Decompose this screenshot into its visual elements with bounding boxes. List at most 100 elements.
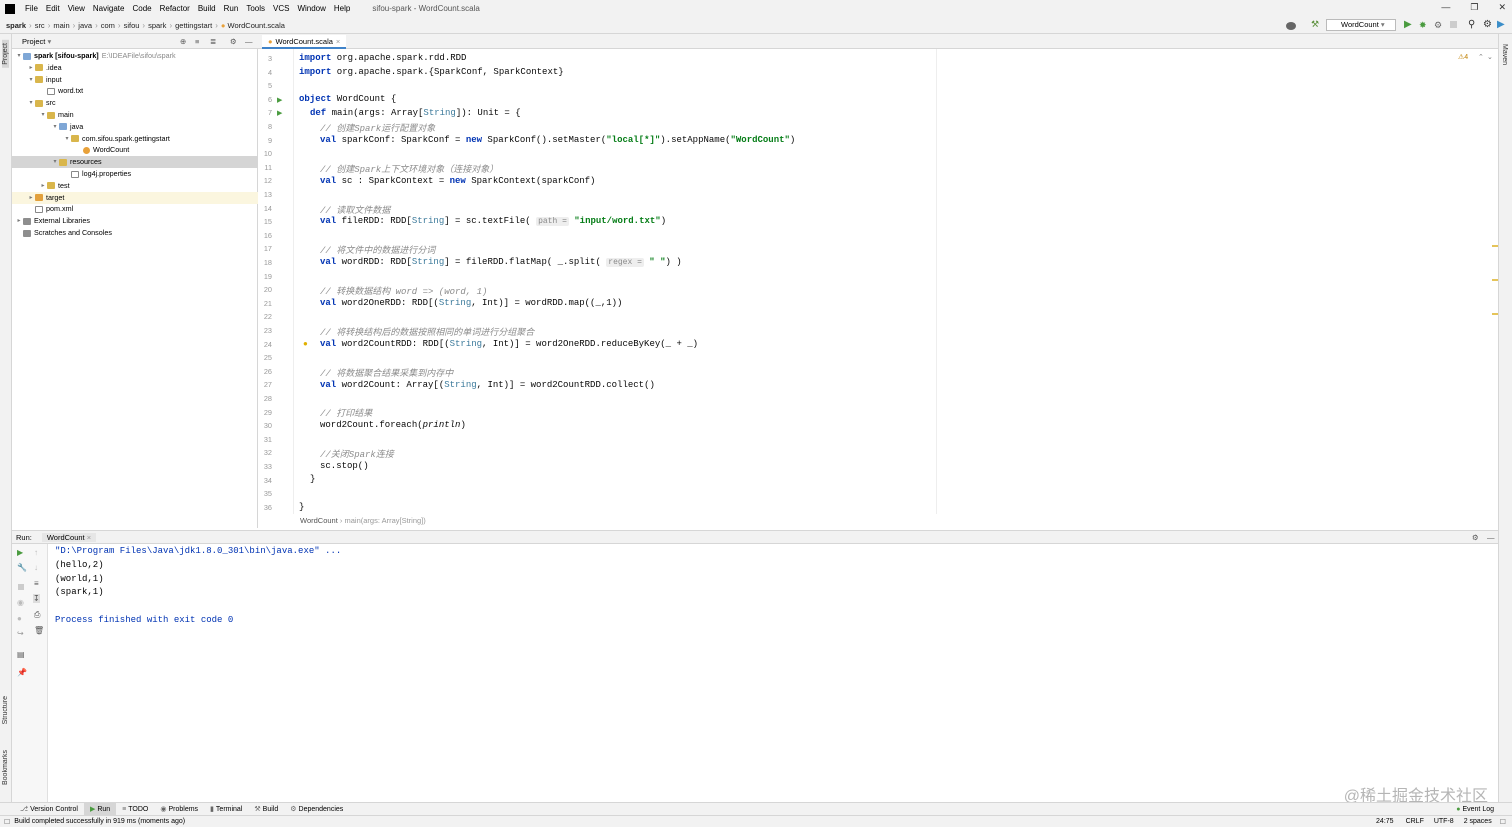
run-gutter-icon[interactable]: ▶ <box>277 109 282 117</box>
tool-event-log[interactable]: ● Event Log <box>1450 803 1500 816</box>
tree-item[interactable]: Scratches and Consoles <box>12 227 258 239</box>
run-tab-wordcount[interactable]: WordCount × <box>41 532 97 542</box>
expand-arrow-icon[interactable]: ▾ <box>51 156 59 168</box>
menu-navigate[interactable]: Navigate <box>89 4 129 13</box>
tool-run[interactable]: ▶ Run <box>83 802 117 816</box>
crumb-main[interactable]: main <box>50 21 72 30</box>
menu-vcs[interactable]: VCS <box>269 4 293 13</box>
crumb-project[interactable]: spark <box>0 21 29 30</box>
exit-icon[interactable]: ↪ <box>17 629 24 638</box>
project-view-select[interactable]: Project ▾ <box>22 37 51 46</box>
menu-build[interactable]: Build <box>194 4 220 13</box>
panel-settings-icon[interactable]: ⚙ <box>230 37 237 46</box>
tab-close-icon[interactable]: × <box>336 35 340 48</box>
expand-arrow-icon[interactable]: ▾ <box>27 74 35 86</box>
menu-file[interactable]: File <box>21 4 42 13</box>
project-tool-button[interactable]: Project <box>2 40 9 68</box>
tree-item[interactable]: ▸ External Libraries <box>12 215 258 227</box>
warnings-indicator[interactable]: ⚠4 <box>1458 53 1468 61</box>
code-editor[interactable]: import org.apache.spark.rdd.RDD import o… <box>294 49 1498 514</box>
stop-icon[interactable] <box>1450 21 1457 28</box>
user-icon[interactable] <box>1286 22 1296 30</box>
tree-item[interactable]: ▾ src <box>12 97 258 109</box>
tree-item[interactable]: ▾ spark [sifou-spark] E:\IDEAFile\sifou\sp… <box>12 50 258 62</box>
run-tab-close-icon[interactable]: × <box>87 533 91 542</box>
lightbulb-icon[interactable]: ● <box>303 339 308 348</box>
crumb-sifou[interactable]: sifou <box>121 21 143 30</box>
search-icon[interactable]: ⚲ <box>1468 19 1475 30</box>
tree-item[interactable]: ▾ com.sifou.spark.gettingstart <box>12 133 258 145</box>
code-crumb-object[interactable]: WordCount <box>300 516 338 525</box>
tool-version-control[interactable]: ⎇ Version Control <box>14 803 84 816</box>
soft-wrap-icon[interactable]: ≡ <box>34 579 39 588</box>
crumb-com[interactable]: com <box>98 21 118 30</box>
menu-window[interactable]: Window <box>293 4 329 13</box>
expand-arrow-icon[interactable]: ▸ <box>27 62 35 74</box>
tree-item[interactable]: word.txt <box>12 85 258 97</box>
minimize-icon[interactable]: — <box>1441 2 1450 13</box>
expand-all-icon[interactable]: ≡ <box>195 37 199 46</box>
run-settings-icon[interactable]: ⚙ <box>1472 533 1479 542</box>
crumb-spark[interactable]: spark <box>145 21 169 30</box>
close-icon[interactable]: ✕ <box>1498 2 1506 13</box>
caret-position[interactable]: 24:75 <box>1376 818 1394 825</box>
menu-tools[interactable]: Tools <box>242 4 269 13</box>
menu-code[interactable]: Code <box>128 4 155 13</box>
status-message[interactable]: Build completed successfully in 919 ms (… <box>14 818 185 825</box>
crumb-src[interactable]: src <box>32 21 48 30</box>
expand-arrow-icon[interactable]: ▸ <box>27 192 35 204</box>
run-configuration-select[interactable]: WordCount ▾ <box>1326 19 1396 31</box>
tree-item[interactable]: ▾ java <box>12 121 258 133</box>
prev-highlight-icon[interactable]: ⌃ <box>1478 53 1484 61</box>
menu-help[interactable]: Help <box>330 4 354 13</box>
layout-icon[interactable]: ▤ <box>17 650 25 659</box>
code-breadcrumb[interactable]: WordCount › main(args: Array[String]) <box>300 516 426 525</box>
tool-todo[interactable]: ≡ TODO <box>116 803 154 816</box>
menu-view[interactable]: View <box>64 4 89 13</box>
run-gutter-icon[interactable]: ▶ <box>277 96 282 104</box>
tool-problems[interactable]: ◉ Problems <box>154 803 204 816</box>
trash-icon[interactable]: 🗑 <box>34 626 44 635</box>
expand-arrow-icon[interactable]: ▸ <box>39 180 47 192</box>
expand-arrow-icon[interactable]: ▸ <box>15 215 23 227</box>
tree-item[interactable]: pom.xml <box>12 203 258 215</box>
camera-icon[interactable]: ◉ <box>17 598 24 607</box>
scroll-to-end-icon[interactable]: ↧ <box>33 594 40 603</box>
tree-item[interactable]: ▸ test <box>12 180 258 192</box>
console-output[interactable]: "D:\Program Files\Java\jdk1.8.0_301\bin\… <box>48 544 1498 802</box>
structure-tool-button[interactable]: Structure <box>2 696 9 724</box>
stop-run-icon[interactable] <box>18 584 24 590</box>
tool-build[interactable]: ⚒ Build <box>248 803 284 816</box>
hammer-icon[interactable]: ⚒ <box>1311 19 1319 29</box>
restore-layout-icon[interactable]: ● <box>17 614 22 623</box>
expand-arrow-icon[interactable]: ▾ <box>27 97 35 109</box>
lock-icon[interactable]: ☐ <box>1500 818 1506 826</box>
file-encoding[interactable]: UTF-8 <box>1434 818 1454 825</box>
debug-icon[interactable]: ✸ <box>1419 20 1427 31</box>
tree-item[interactable]: ▸ .idea <box>12 62 258 74</box>
tree-item[interactable]: ▾ input <box>12 74 258 86</box>
maven-tool-button[interactable]: Maven <box>1501 44 1508 65</box>
jetbrains-icon[interactable]: ▶ <box>1497 19 1505 30</box>
menu-run[interactable]: Run <box>220 4 243 13</box>
wrench-icon[interactable]: 🔧 <box>17 563 27 572</box>
tree-item[interactable]: ▸ target <box>12 191 258 204</box>
line-separator[interactable]: CRLF <box>1406 818 1424 825</box>
tree-item[interactable]: ▾ resources <box>12 156 258 169</box>
run-hide-icon[interactable]: — <box>1487 533 1495 542</box>
tree-item[interactable]: ▾ main <box>12 109 258 121</box>
restore-icon[interactable]: ❐ <box>1470 2 1478 13</box>
crumb-gettingstart[interactable]: gettingstart <box>172 21 215 30</box>
crumb-file[interactable]: ● WordCount.scala <box>218 21 288 30</box>
print-icon[interactable]: ⎙ <box>34 610 40 620</box>
tab-wordcount-scala[interactable]: ● WordCount.scala × <box>262 35 347 49</box>
run-icon[interactable]: ▶ <box>1404 19 1412 30</box>
menu-refactor[interactable]: Refactor <box>156 4 194 13</box>
collapse-all-icon[interactable]: ≣ <box>210 37 216 46</box>
crumb-java[interactable]: java <box>75 21 95 30</box>
tree-item[interactable]: WordCount <box>12 144 258 156</box>
expand-arrow-icon[interactable]: ▾ <box>39 109 47 121</box>
tool-dependencies[interactable]: ⚙ Dependencies <box>284 803 349 816</box>
expand-arrow-icon[interactable]: ▾ <box>15 50 23 62</box>
expand-arrow-icon[interactable]: ▾ <box>51 121 59 133</box>
